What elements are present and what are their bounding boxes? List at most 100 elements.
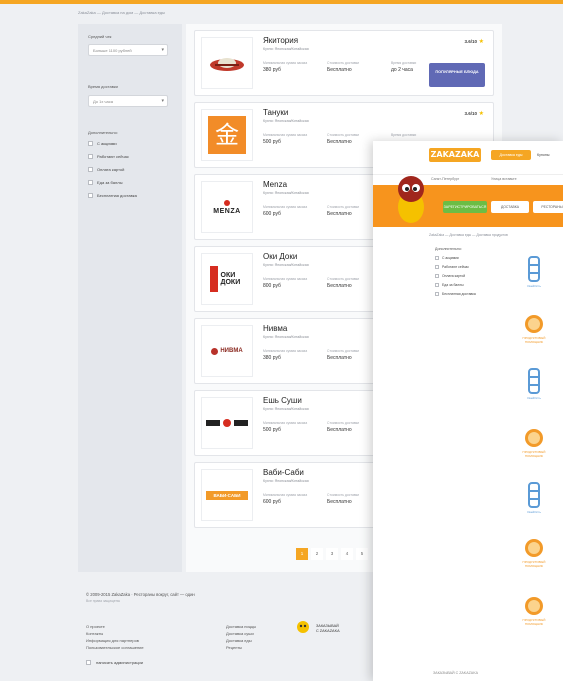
page-3-button[interactable]: 3 [326,548,338,560]
pagination: 1 2 3 4 5 [296,548,371,560]
min-order: Минимальная сумма заказа 800 руб [263,277,308,290]
overlay-header: ZAKAZAKA Доставка еды Купоны [373,141,563,175]
chevron-down-icon: ▾ [161,47,164,53]
restaurant-cuisine: Кухня: Японская/Китайская [263,263,309,267]
vabi-sabi-logo: ВАБИ-САБИ [201,469,253,521]
tanuki-logo: 金 [201,109,253,161]
star-icon: ★ [478,111,484,117]
breadcrumb[interactable]: ZakaZaka — Доставка на дом — Доставка ед… [78,10,165,15]
delivery-button[interactable]: ДОСТАВКА [491,201,529,213]
footer-link[interactable]: О проекте [86,624,105,629]
checkbox[interactable] [88,154,93,159]
restaurant-name[interactable]: Ешь Суши [263,396,302,405]
footer-link[interactable]: Информация для партнеров [86,638,139,643]
restaurant-cuisine: Кухня: Японская/Китайская [263,479,309,483]
bottle-logo-icon [528,256,540,282]
filter-label: Бесплатная доставка [97,193,137,198]
footer-link[interactable]: Доставка суши [226,631,254,636]
copyright: © 2009-2015 ZakaZaka · Рестораны вокруг,… [86,592,195,597]
overlay-restaurant[interactable]: ОкейОсть [517,367,551,415]
min-order: Минимальная сумма заказа 380 руб [263,349,308,362]
checkbox[interactable] [435,283,439,287]
overlay-restaurant[interactable]: ПРОДУКТОВЫЙ ПОМОЩНИК [517,595,551,643]
min-order: Минимальная сумма заказа 500 руб [263,133,308,146]
app-promo[interactable]: ЗАКАЗЫВАЙ С ZAKAZAKA [316,624,340,634]
restaurants-button[interactable]: РЕСТОРАНЫ [533,201,563,213]
overlay-breadcrumb[interactable]: ZakaZaka — Доставка еды — Доставка проду… [429,233,508,237]
overlay-restaurant[interactable]: ПРОДУКТОВЫЙ ПОМОЩНИК [517,313,551,361]
overlay-filter-checkbox[interactable]: Работают сейчас [435,265,469,269]
filter-checkbox[interactable]: Еда за баллы [88,180,122,185]
extra-filters-label: Дополнительно: [88,130,118,135]
checkbox[interactable] [435,274,439,278]
filter-checkbox[interactable]: Работают сейчас [88,154,129,159]
restaurant-name[interactable]: Оки Доки [263,252,297,261]
checkbox[interactable] [88,167,93,172]
filter-sidebar: Средний чек Больше 1100 рублей ▾ Время д… [78,24,182,572]
restaurant-name[interactable]: Нивма [263,324,287,333]
restaurant-name[interactable]: Menza [263,180,287,189]
delivery-time-value: До 1х часа [93,99,113,104]
footer-link[interactable]: Контакты [86,631,103,636]
chevron-down-icon: ▾ [161,98,164,104]
restaurant-name[interactable]: Якитория [263,36,298,45]
page-4-button[interactable]: 4 [341,548,353,560]
delivery-time-select[interactable]: До 1х часа ▾ [88,95,168,107]
min-order: Минимальная сумма заказа 380 руб [263,61,308,74]
footer-link[interactable]: Доставка еды [226,638,252,643]
checkbox[interactable] [88,141,93,146]
avg-check-select[interactable]: Больше 1100 рублей ▾ [88,44,168,56]
sun-logo-icon [525,429,543,447]
register-button[interactable]: ЗАРЕГИСТРИРОВАТЬСЯ [443,201,487,213]
checkbox[interactable] [435,256,439,260]
checkbox[interactable] [435,265,439,269]
footer-link[interactable]: Доставка пиццы [226,624,256,629]
footer-link[interactable]: Рецепты [226,645,242,650]
delivery-time-label: Время доставки [88,84,118,89]
restaurant-card[interactable]: Якитория Кухня: Японская/Китайская Миним… [194,30,494,96]
checkbox[interactable] [435,292,439,296]
filter-label: Еда за баллы [97,180,123,185]
restaurant-name[interactable]: Ваби-Саби [263,468,304,477]
overlay-restaurant[interactable]: ОкейОсть [517,255,551,303]
sun-logo-icon [525,539,543,557]
filter-checkbox[interactable]: С акциями [88,141,117,146]
checkbox[interactable] [88,180,93,185]
bottle-logo-icon [528,368,540,394]
restaurant-name[interactable]: Тануки [263,108,288,117]
page-1-button[interactable]: 1 [296,548,308,560]
overlay-filter-checkbox[interactable]: Оплата картой [435,274,465,278]
overlay-filter-checkbox[interactable]: Бесплатная доставка [435,292,476,296]
overlay-restaurant[interactable]: ПРОДУКТОВЫЙ ПОМОЩНИК [517,537,551,585]
filter-checkbox[interactable]: Бесплатная доставка [88,193,137,198]
restaurant-cuisine: Кухня: Японская/Китайская [263,191,309,195]
tab-food-delivery[interactable]: Доставка еды [491,150,531,160]
overlay-filter-checkbox[interactable]: С акциями [435,256,459,260]
mascot-icon [398,176,424,223]
city-select[interactable]: Санкт-Петербург [431,177,459,181]
street-input[interactable]: Улица вставьте [491,177,517,181]
restaurant-cuisine: Кухня: Японская/Китайская [263,407,309,411]
rating: 3.6/10 [464,111,477,116]
page-5-button[interactable]: 5 [356,548,368,560]
filter-label: Работают сейчас [97,154,129,159]
footer-link[interactable]: Пользовательское соглашение [86,645,144,650]
min-order: Минимальная сумма заказа 500 руб [263,421,308,434]
overlay-restaurant[interactable]: ОкейОсть [517,481,551,529]
bottle-icon [209,266,218,292]
tab-coupons[interactable]: Купоны [537,153,549,157]
popular-dishes-button[interactable]: ПОПУЛЯРНЫЕ БЛЮДА [429,63,485,87]
overlay-filter-checkbox[interactable]: Еда за баллы [435,283,464,287]
filter-label: Оплата картой [97,167,125,172]
zakazaka-logo[interactable]: ZAKAZAKA [429,148,481,162]
star-icon: ★ [478,39,484,45]
checkbox[interactable] [88,193,93,198]
filter-label: С акциями [97,141,117,146]
filter-checkbox[interactable]: Оплата картой [88,167,124,172]
restaurant-cuisine: Кухня: Японская/Китайская [263,47,309,51]
page-2-button[interactable]: 2 [311,548,323,560]
min-order: Минимальная сумма заказа 600 руб [263,493,308,506]
rating: 3.6/10 [464,39,477,44]
overlay-restaurant[interactable]: ПРОДУКТОВЫЙ ПОМОЩНИК [517,427,551,475]
write-admin-link[interactable]: написать администрации [86,660,143,665]
